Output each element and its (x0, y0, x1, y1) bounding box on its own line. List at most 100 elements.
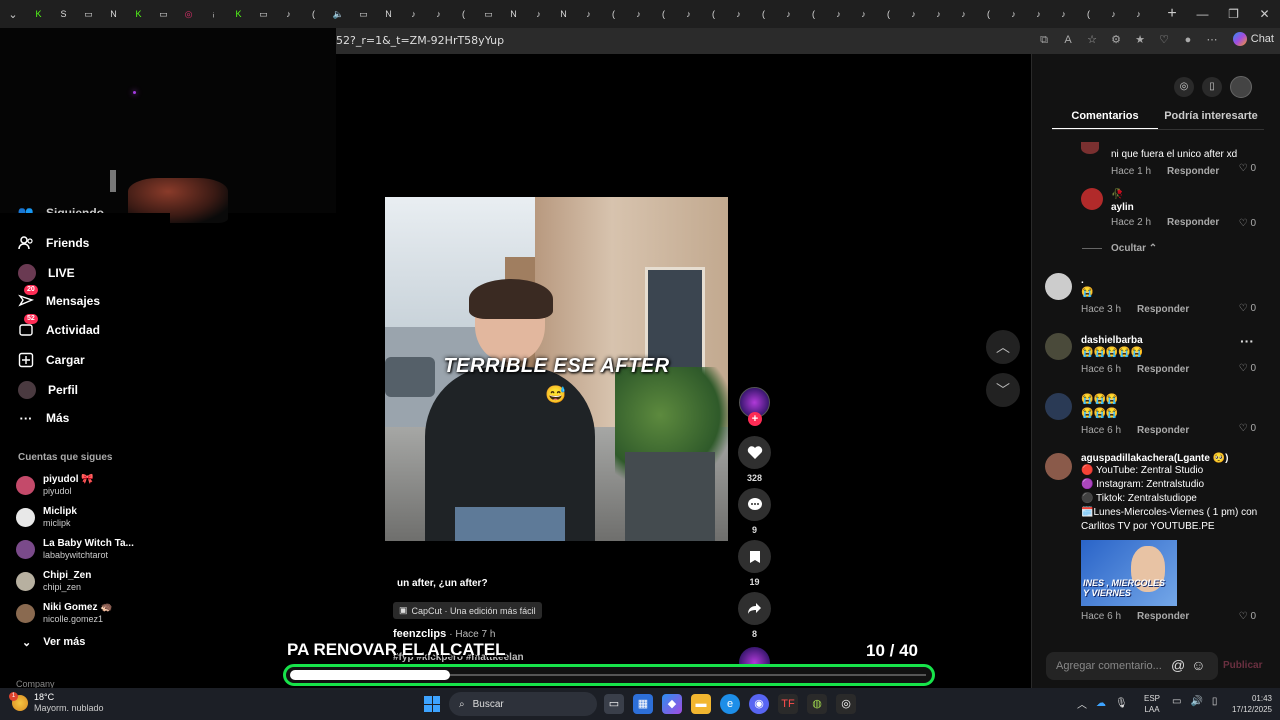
window-close-button[interactable]: ✕ (1249, 7, 1280, 21)
hide-replies-link[interactable]: Ocultar ⌃ (1082, 243, 1157, 254)
reply-button[interactable]: Responder (1167, 217, 1219, 228)
comment-likes[interactable]: ♡ 0 (1239, 423, 1256, 434)
tab-icon[interactable]: N (107, 8, 120, 21)
comment-image[interactable]: INES , MIERCOLES Y VIERNES (1081, 540, 1177, 606)
avatar[interactable] (1045, 333, 1072, 360)
tab-icon[interactable]: ( (307, 8, 320, 21)
following-account[interactable]: Miclipk miclipk (16, 506, 77, 529)
tab-icon[interactable]: N (382, 8, 395, 21)
tab-tiktok-icon[interactable]: ♪ (832, 8, 845, 21)
favorite-star-icon[interactable]: ☆ (1084, 32, 1100, 48)
reply-button[interactable]: Responder (1137, 304, 1189, 315)
tab-tiktok-icon[interactable]: ♪ (432, 8, 445, 21)
tab-tiktok-icon[interactable]: ♪ (1107, 8, 1120, 21)
tab-tiktok-icon[interactable]: ♪ (582, 8, 595, 21)
menu-dots-icon[interactable]: ⋯ (1204, 32, 1220, 48)
reply-button[interactable]: Responder (1137, 364, 1189, 375)
comment-likes[interactable]: ♡ 0 (1239, 363, 1256, 374)
favorites-icon[interactable]: ★ (1132, 32, 1148, 48)
sidebar-item-profile[interactable]: Perfil (18, 381, 78, 399)
reply-button[interactable]: Responder (1167, 166, 1219, 177)
task-view-icon[interactable]: ▭ (604, 694, 624, 714)
tab-icon[interactable]: ( (707, 8, 720, 21)
tab-icon[interactable]: N (557, 8, 570, 21)
tab-icon[interactable]: ( (1082, 8, 1095, 21)
tab-icon[interactable]: ▭ (82, 8, 95, 21)
phone-icon[interactable]: ▯ (1202, 77, 1222, 97)
store-icon[interactable]: ▦ (633, 694, 653, 714)
file-explorer-icon[interactable]: ▬ (691, 694, 711, 714)
discord-icon[interactable]: ◉ (749, 694, 769, 714)
tab-tiktok-icon[interactable]: ♪ (932, 8, 945, 21)
video-player[interactable]: TERRIBLE ESE AFTER 😅 (385, 197, 728, 541)
network-icon[interactable]: ▭ (1172, 696, 1181, 707)
restore-button[interactable]: ❐ (1218, 7, 1249, 21)
following-account[interactable]: piyudol 🎀 piyudol (16, 474, 94, 497)
new-tab-button[interactable]: + (1157, 5, 1187, 23)
comment-more-options-icon[interactable]: ··· (1240, 333, 1254, 349)
sidebar-item-messages[interactable]: 20 Mensajes (18, 285, 100, 309)
comment-username[interactable]: dashielbarba (1081, 335, 1266, 346)
weather-widget[interactable]: 1 18°C Mayorm. nublado (9, 692, 104, 714)
microphone-icon[interactable]: 🎙 (1115, 698, 1128, 709)
comment-username[interactable]: aylin (1111, 202, 1280, 213)
open-in-app-icon[interactable]: ⧉ (1036, 32, 1052, 48)
app-green-icon[interactable]: ◍ (807, 694, 827, 714)
taskbar-clock[interactable]: 01:43 17/12/2025 (1226, 693, 1272, 715)
tab-tiktok-icon[interactable]: ♪ (857, 8, 870, 21)
tab-tiktok-icon[interactable]: ♪ (957, 8, 970, 21)
following-account[interactable]: Chipi_Zen chipi_zen (16, 570, 91, 593)
comment-likes[interactable]: ♡ 0 (1239, 611, 1256, 622)
tab-tiktok-icon[interactable]: ♪ (732, 8, 745, 21)
comment-likes[interactable]: ♡ 0 (1239, 303, 1256, 314)
tab-audio-icon[interactable]: 🔈 (332, 8, 345, 21)
tab-tiktok-icon[interactable]: ♪ (532, 8, 545, 21)
tab-icon[interactable]: ▭ (257, 8, 270, 21)
app-tf-icon[interactable]: TF (778, 694, 798, 714)
comment-username[interactable]: aguspadillakachera(Lgante 🥺) (1081, 453, 1266, 464)
mention-icon[interactable]: @ (1171, 657, 1185, 673)
tab-tiktok-icon[interactable]: ♪ (682, 8, 695, 21)
tab-icon[interactable]: N (507, 8, 520, 21)
tab-icon[interactable]: ( (657, 8, 670, 21)
sidebar-item-more[interactable]: ··· Más (18, 410, 70, 426)
profile-avatar-icon[interactable]: ● (1180, 32, 1196, 48)
taskbar-search[interactable]: ⌕ Buscar (449, 692, 597, 716)
tab-tiktok-icon[interactable]: ♪ (1032, 8, 1045, 21)
like-button[interactable] (738, 436, 771, 469)
onedrive-icon[interactable]: ☁ (1096, 698, 1106, 709)
tab-icon[interactable]: ( (982, 8, 995, 21)
tab-comments[interactable]: Comentarios (1052, 110, 1158, 130)
tab-tiktok-icon[interactable]: ♪ (782, 8, 795, 21)
previous-video-button[interactable]: ︿ (986, 330, 1020, 364)
tab-kick-icon[interactable]: K (132, 8, 145, 21)
edge-icon[interactable]: e (720, 694, 740, 714)
sidebar-item-friends[interactable]: Friends (18, 235, 89, 251)
tab-might-interest[interactable]: Podría interesarte (1158, 110, 1264, 130)
following-account[interactable]: La Baby Witch Ta... lababywitchtarot (16, 538, 134, 561)
tab-icon[interactable]: ( (607, 8, 620, 21)
tab-tiktok-icon[interactable]: ♪ (1007, 8, 1020, 21)
tab-tiktok-icon[interactable]: ♪ (282, 8, 295, 21)
minimize-button[interactable]: — (1187, 7, 1218, 21)
comment-likes[interactable]: ♡ 0 (1239, 163, 1256, 174)
sidebar-item-activity[interactable]: 52 Actividad (18, 314, 100, 338)
save-button[interactable] (738, 540, 771, 573)
follow-plus-icon[interactable]: + (748, 412, 762, 426)
tab-icon[interactable]: S (57, 8, 70, 21)
translate-icon[interactable]: A (1060, 32, 1076, 48)
tab-icon[interactable]: ▭ (357, 8, 370, 21)
tab-tiktok-icon[interactable]: ♪ (1132, 8, 1145, 21)
tab-tiktok-icon[interactable]: ♪ (407, 8, 420, 21)
tab-icon[interactable]: ▭ (157, 8, 170, 21)
tray-expand-icon[interactable]: ︿ (1077, 696, 1087, 711)
next-video-button[interactable]: ﹀ (986, 373, 1020, 407)
emoji-icon[interactable]: ☺ (1191, 657, 1205, 673)
tab-kick-icon[interactable]: K (32, 8, 45, 21)
volume-icon[interactable]: 🔊 (1190, 696, 1202, 707)
tab-tiktok-icon[interactable]: ♪ (632, 8, 645, 21)
copilot-chat-button[interactable]: Chat (1232, 32, 1274, 46)
tab-kick-icon[interactable]: K (232, 8, 245, 21)
avatar[interactable] (1045, 393, 1072, 420)
capcut-badge[interactable]: ▣ CapCut · Una edición más fácil (393, 602, 542, 619)
